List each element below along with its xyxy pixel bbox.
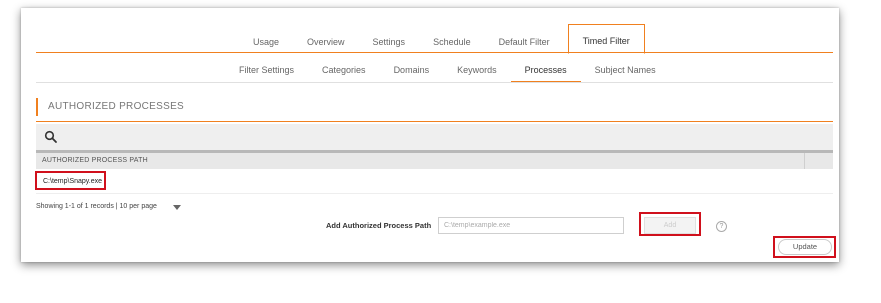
subtab-subject-names[interactable]: Subject Names <box>581 61 670 83</box>
search-bar[interactable] <box>36 124 833 150</box>
section-title: AUTHORIZED PROCESSES <box>48 101 185 112</box>
tab-timed-filter[interactable]: Timed Filter <box>567 24 645 54</box>
table-row[interactable]: C:\temp\Snapy.exe <box>36 169 833 194</box>
table-header: AUTHORIZED PROCESS PATH <box>36 150 833 169</box>
search-icon[interactable] <box>44 130 58 144</box>
tab-usage[interactable]: Usage <box>239 24 293 53</box>
highlight-add-button <box>639 212 701 236</box>
highlight-update-button <box>773 236 836 258</box>
highlight-process-path <box>35 171 106 190</box>
subtab-filter-settings[interactable]: Filter Settings <box>225 61 308 83</box>
sub-tabs-divider <box>36 82 833 83</box>
section-accent-bar <box>36 98 38 116</box>
help-icon[interactable]: ? <box>716 221 727 232</box>
tab-schedule[interactable]: Schedule <box>419 24 485 53</box>
main-tabs: Usage Overview Settings Schedule Default… <box>239 24 645 54</box>
column-header-process-path[interactable]: AUTHORIZED PROCESS PATH <box>42 157 148 164</box>
subtab-domains[interactable]: Domains <box>380 61 444 83</box>
main-tabs-divider <box>36 52 833 53</box>
tab-settings[interactable]: Settings <box>359 24 420 53</box>
subtab-processes[interactable]: Processes <box>510 61 581 83</box>
sub-tabs: Filter Settings Categories Domains Keywo… <box>225 61 670 83</box>
tab-overview[interactable]: Overview <box>293 24 359 53</box>
subtab-categories[interactable]: Categories <box>308 61 380 83</box>
process-path-input[interactable] <box>438 217 624 234</box>
tab-default-filter[interactable]: Default Filter <box>485 24 564 53</box>
subtab-keywords[interactable]: Keywords <box>443 61 511 83</box>
add-path-label: Add Authorized Process Path <box>326 221 432 230</box>
section-divider <box>36 121 833 122</box>
column-divider <box>804 153 805 169</box>
page-size-dropdown-icon[interactable] <box>173 205 181 210</box>
pager-text: Showing 1-1 of 1 records | 10 per page <box>36 203 157 210</box>
